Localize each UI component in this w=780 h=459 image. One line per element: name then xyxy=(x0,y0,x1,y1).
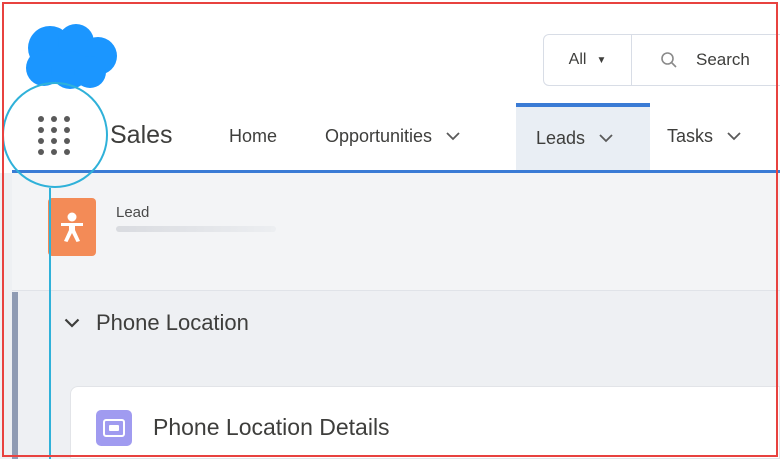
chevron-down-icon[interactable] xyxy=(446,132,460,141)
card-title: Phone Location Details xyxy=(153,414,390,440)
cloud-logo-icon xyxy=(26,24,117,89)
search-scope-select[interactable]: All ▼ xyxy=(544,35,632,85)
caret-down-icon: ▼ xyxy=(596,54,607,66)
tab-opportunities[interactable]: Opportunities xyxy=(325,103,460,170)
record-highlights-panel xyxy=(12,173,780,291)
search-input[interactable]: Search xyxy=(632,35,780,85)
tab-label: Opportunities xyxy=(325,126,433,146)
chevron-down-icon xyxy=(64,318,80,328)
app-name: Sales xyxy=(110,121,173,149)
section-toggle-phone-location[interactable]: Phone Location xyxy=(18,292,780,354)
search-icon xyxy=(661,52,677,68)
nav-divider xyxy=(12,170,780,173)
record-object-label: Lead xyxy=(116,204,150,221)
tab-leads[interactable]: Leads xyxy=(516,103,650,170)
section-title: Phone Location xyxy=(96,310,249,335)
global-header: All ▼ Search xyxy=(0,0,780,100)
card-icon xyxy=(96,410,132,446)
tab-label: Leads xyxy=(536,128,586,148)
global-search: All ▼ Search xyxy=(543,34,780,86)
tab-tasks[interactable]: Tasks xyxy=(667,103,741,170)
tab-label: Home xyxy=(229,126,278,146)
search-placeholder: Search xyxy=(696,50,750,69)
chevron-down-icon[interactable] xyxy=(727,132,741,141)
lead-icon xyxy=(48,198,96,256)
record-name-redacted xyxy=(116,226,276,232)
tab-label: Tasks xyxy=(667,126,714,146)
chevron-down-icon[interactable] xyxy=(599,134,613,143)
salesforce-screenshot: All ▼ Search Sales Home Opportunities Le… xyxy=(0,0,780,459)
app-launcher-icon[interactable] xyxy=(38,116,74,156)
tab-home[interactable]: Home xyxy=(229,103,277,170)
search-scope-value: All xyxy=(568,51,587,68)
